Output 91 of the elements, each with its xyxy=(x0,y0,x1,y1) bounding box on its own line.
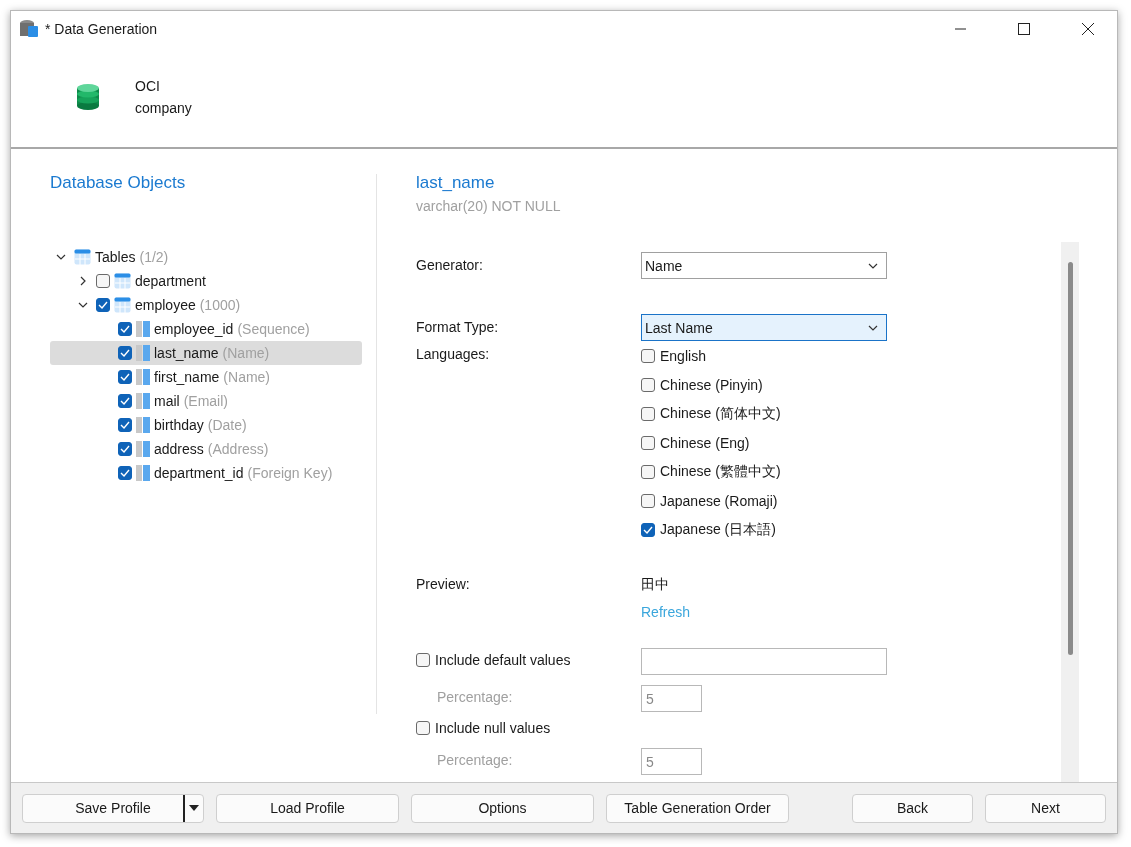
panel-title: Database Objects xyxy=(50,173,187,193)
checkbox[interactable] xyxy=(118,418,132,432)
form-label: Languages: xyxy=(416,345,491,364)
tree-item-label[interactable]: department_id xyxy=(154,465,244,481)
tree-item-note: (Address) xyxy=(207,441,269,457)
column-icon xyxy=(136,441,150,457)
tree-item-note: (Date) xyxy=(207,417,247,433)
tree-item-note: (Foreign Key) xyxy=(247,465,333,481)
checkbox-label[interactable]: Japanese (日本語) xyxy=(660,520,776,539)
generator-dropdown[interactable]: Name xyxy=(641,252,887,279)
footer-button[interactable]: Next xyxy=(985,793,1106,823)
tree-item-label[interactable]: address xyxy=(154,441,204,457)
tree-item-label[interactable]: employee xyxy=(135,297,196,313)
chevron-right-icon[interactable] xyxy=(78,276,88,286)
selected-tree-row[interactable]: last_name (Name) xyxy=(50,341,362,365)
column-icon xyxy=(136,465,150,481)
tree-item-note: (1000) xyxy=(199,297,241,313)
footer-button[interactable]: Options xyxy=(411,793,594,823)
tree-item-note: (Sequence) xyxy=(237,321,310,337)
field-name: last_name xyxy=(416,173,496,193)
field-type: varchar(20) NOT NULL xyxy=(416,198,562,214)
checkbox[interactable] xyxy=(96,298,110,312)
connection-name: OCI xyxy=(135,78,161,94)
checkbox[interactable] xyxy=(96,274,110,288)
maximize-icon[interactable] xyxy=(1018,23,1030,35)
dropdown-arrow-icon[interactable] xyxy=(189,805,199,811)
checkbox[interactable] xyxy=(641,406,655,421)
form-label: Percentage: xyxy=(436,751,514,770)
chevron-down-icon[interactable] xyxy=(78,300,88,310)
tree-item-note: (1/2) xyxy=(139,249,169,265)
table-icon xyxy=(74,249,91,265)
tree-item-note: (Email) xyxy=(183,393,228,409)
form-label: Preview: xyxy=(416,575,471,594)
close-icon[interactable] xyxy=(1082,23,1094,35)
footer-button[interactable]: Load Profile xyxy=(216,793,399,823)
checkbox[interactable] xyxy=(416,653,430,667)
chevron-down-icon[interactable] xyxy=(56,252,66,262)
minimize-icon[interactable] xyxy=(954,28,966,30)
column-icon xyxy=(136,369,150,385)
tree-item-label[interactable]: Tables xyxy=(95,249,136,265)
app-icon xyxy=(19,19,39,39)
window-title: * Data Generation xyxy=(45,21,159,37)
tree-item-label[interactable]: birthday xyxy=(154,417,204,433)
checkbox[interactable] xyxy=(416,721,430,735)
checkbox[interactable] xyxy=(118,394,132,408)
checkbox-label[interactable]: Chinese (繁體中文) xyxy=(660,462,781,481)
input-field[interactable] xyxy=(641,648,887,675)
checkbox[interactable] xyxy=(641,493,655,508)
tree-item-note: (Name) xyxy=(222,345,270,361)
form-label: Format Type: xyxy=(416,318,500,337)
tree-item-label[interactable]: mail xyxy=(154,393,180,409)
scrollbar[interactable] xyxy=(1061,242,1079,782)
footer-button[interactable]: Table Generation Order xyxy=(606,793,789,823)
tree-item-label[interactable]: department xyxy=(135,273,206,289)
checkbox-label[interactable]: Chinese (简体中文) xyxy=(660,404,781,423)
tree-item-note: (Name) xyxy=(223,369,271,385)
preview-value: 田中 xyxy=(641,576,670,594)
checkbox[interactable] xyxy=(118,442,132,456)
checkbox[interactable] xyxy=(641,348,655,363)
footer-button[interactable]: Back xyxy=(852,793,973,823)
checkbox-label[interactable]: Include null values xyxy=(435,720,551,736)
checkbox[interactable] xyxy=(641,435,655,450)
table-icon xyxy=(114,297,131,313)
column-icon xyxy=(136,417,150,433)
column-icon xyxy=(136,345,150,361)
checkbox-label[interactable]: Chinese (Eng) xyxy=(660,434,750,451)
checkbox-label[interactable]: English xyxy=(660,347,706,364)
form-label: Generator: xyxy=(416,256,484,275)
checkbox-label[interactable]: Chinese (Pinyin) xyxy=(660,376,763,393)
checkbox[interactable] xyxy=(641,377,655,392)
footer-button[interactable]: Save Profile xyxy=(22,793,204,823)
checkbox[interactable] xyxy=(118,322,132,336)
format-type-dropdown[interactable]: Last Name xyxy=(641,314,887,341)
tree-item-label[interactable]: first_name xyxy=(154,369,220,385)
tree-item-label[interactable]: last_name xyxy=(154,345,219,361)
tree-item-label[interactable]: employee_id xyxy=(154,321,234,337)
checkbox[interactable] xyxy=(118,370,132,384)
column-icon xyxy=(136,321,150,337)
column-icon xyxy=(136,393,150,409)
checkbox[interactable] xyxy=(118,346,132,360)
checkbox[interactable] xyxy=(641,464,655,479)
percentage-field[interactable]: 5 xyxy=(641,685,702,712)
checkbox[interactable] xyxy=(118,466,132,480)
checkbox-label[interactable]: Japanese (Romaji) xyxy=(660,492,778,509)
checkbox[interactable] xyxy=(641,522,655,537)
database-icon xyxy=(77,84,99,110)
checkbox-label[interactable]: Include default values xyxy=(435,652,571,668)
form-label: Percentage: xyxy=(436,688,514,707)
table-icon xyxy=(114,273,131,289)
percentage-field[interactable]: 5 xyxy=(641,748,702,775)
database-name: company xyxy=(135,100,192,116)
